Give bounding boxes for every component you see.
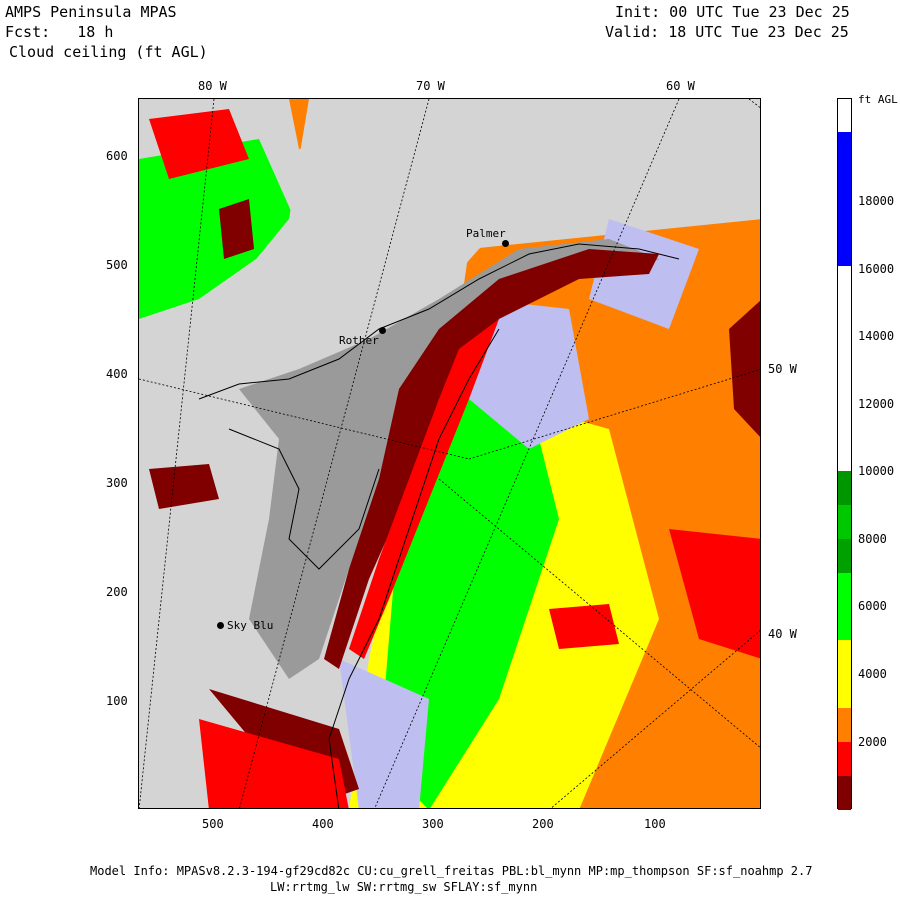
model-info-line2: LW:rrtmg_lw SW:rrtmg_sw SFLAY:sf_mynn — [270, 880, 538, 894]
lon-label-40w: 40 W — [768, 627, 797, 641]
init-time: Init: 00 UTC Tue 23 Dec 25 — [615, 3, 850, 21]
colorbar-seg — [838, 776, 851, 810]
colorbar-label-2000: 2000 — [858, 735, 887, 749]
x-tick-200: 200 — [532, 817, 554, 831]
colorbar — [837, 98, 852, 810]
lon-label-60w: 60 W — [666, 79, 695, 93]
map-field-svg — [139, 99, 760, 808]
y-tick-300: 300 — [106, 476, 128, 490]
y-tick-200: 200 — [106, 585, 128, 599]
x-tick-300: 300 — [422, 817, 444, 831]
colorbar-label-14000: 14000 — [858, 329, 895, 343]
valid-time: Valid: 18 UTC Tue 23 Dec 25 — [605, 23, 849, 41]
colorbar-label-6000: 6000 — [858, 599, 887, 613]
plot-title: AMPS Peninsula MPAS — [5, 3, 177, 21]
station-label-rothera: Rother — [339, 334, 379, 347]
field-nw-dark-red — [219, 199, 254, 259]
x-tick-500: 500 — [202, 817, 224, 831]
y-tick-100: 100 — [106, 694, 128, 708]
colorbar-seg — [838, 640, 851, 708]
station-marker-rothera — [379, 327, 386, 334]
colorbar-label-10000: 10000 — [858, 464, 895, 478]
lon-label-80w: 80 W — [198, 79, 227, 93]
y-tick-600: 600 — [106, 149, 128, 163]
x-tick-400: 400 — [312, 817, 334, 831]
colorbar-seg — [838, 742, 851, 776]
y-tick-400: 400 — [106, 367, 128, 381]
colorbar-seg — [838, 99, 851, 132]
colorbar-seg — [838, 505, 851, 539]
station-marker-palmer — [502, 240, 509, 247]
colorbar-unit: ft AGL — [858, 93, 898, 106]
lon-label-70w: 70 W — [416, 79, 445, 93]
colorbar-label-16000: 16000 — [858, 262, 895, 276]
colorbar-seg — [838, 539, 851, 573]
field-red-patch — [549, 604, 619, 649]
colorbar-seg — [838, 573, 851, 640]
field-west-dark-red — [149, 464, 219, 509]
colorbar-seg — [838, 132, 851, 266]
colorbar-label-18000: 18000 — [858, 194, 895, 208]
ceiling-map: Palmer Rother Sky Blu — [138, 98, 761, 809]
station-label-sky-blu: Sky Blu — [227, 619, 274, 632]
y-tick-500: 500 — [106, 258, 128, 272]
lon-label-50w: 50 W — [768, 362, 797, 376]
station-marker-sky-blu — [217, 622, 224, 629]
colorbar-seg — [838, 266, 851, 471]
field-name: Cloud ceiling (ft AGL) — [9, 43, 208, 61]
colorbar-label-12000: 12000 — [858, 397, 895, 411]
colorbar-label-4000: 4000 — [858, 667, 887, 681]
model-info-line1: Model Info: MPASv8.2.3-194-gf29cd82c CU:… — [90, 864, 813, 878]
colorbar-seg — [838, 708, 851, 742]
x-tick-100: 100 — [644, 817, 666, 831]
forecast-hour: Fcst: 18 h — [5, 23, 114, 41]
colorbar-label-8000: 8000 — [858, 532, 887, 546]
colorbar-seg — [838, 471, 851, 505]
station-label-palmer: Palmer — [466, 227, 506, 240]
